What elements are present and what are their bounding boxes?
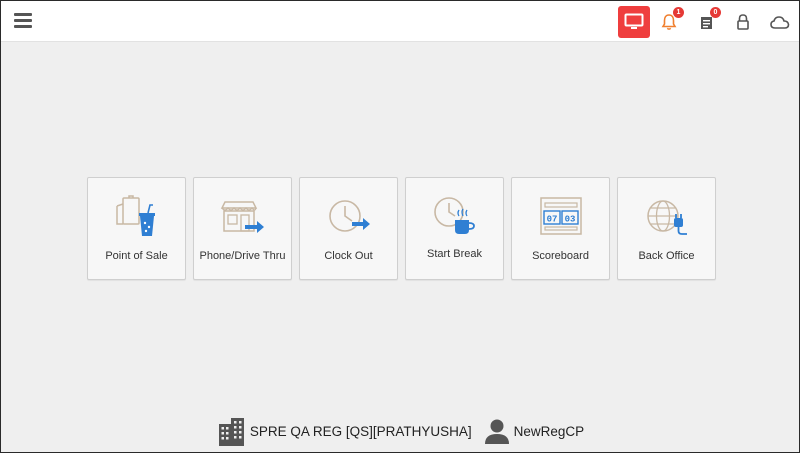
building-icon [218,418,244,446]
tile-label: Scoreboard [532,250,589,262]
customer-display-button[interactable] [618,6,650,38]
tile-label: Phone/Drive Thru [199,250,286,262]
tile-label: Clock Out [324,250,373,262]
lock-button[interactable] [726,1,760,42]
notifications-button[interactable]: 1 [652,1,686,42]
phone-drive-thru-tile[interactable]: Phone/Drive Thru [193,177,292,280]
app-tiles: Point of Sale Phone/Drive Thru Clock Out [87,177,716,280]
start-break-icon [433,197,475,234]
status-footer: SPRE QA REG [QS][PRATHYUSHA] NewRegCP [1,414,800,448]
cloud-sync-button[interactable] [763,1,797,42]
start-break-tile[interactable]: Start Break [405,177,504,280]
store-info: SPRE QA REG [QS][PRATHYUSHA] [218,416,472,446]
clock-out-icon [328,200,370,232]
clock-out-tile[interactable]: Clock Out [299,177,398,280]
tile-label: Back Office [638,250,695,262]
store-name: SPRE QA REG [QS][PRATHYUSHA] [249,423,472,439]
back-office-icon [646,200,687,235]
point-of-sale-icon [115,195,155,236]
user-name: NewRegCP [513,423,585,439]
scoreboard-icon: 07 03 [539,197,582,235]
cloud-icon [770,15,790,29]
tile-label: Point of Sale [105,250,168,262]
user-icon [484,419,509,444]
orders-button[interactable]: 0 [689,1,723,42]
hamburger-menu-icon[interactable] [14,13,34,31]
lock-icon [737,13,749,30]
scoreboard-right-digits: 03 [564,215,575,225]
tile-label: Start Break [426,248,483,260]
monitor-icon [624,13,644,29]
scoreboard-tile[interactable]: 07 03 Scoreboard [511,177,610,280]
user-info: NewRegCP [484,418,585,444]
notifications-badge: 1 [673,7,684,18]
back-office-tile[interactable]: Back Office [617,177,716,280]
point-of-sale-tile[interactable]: Point of Sale [87,177,186,280]
phone-drive-thru-icon [220,201,264,233]
orders-badge: 0 [710,7,721,18]
app-frame: 1 0 Point of Sale Phone/Drive Thru Clock… [0,0,800,453]
scoreboard-left-digits: 07 [546,215,557,225]
top-bar: 1 0 [1,1,799,42]
